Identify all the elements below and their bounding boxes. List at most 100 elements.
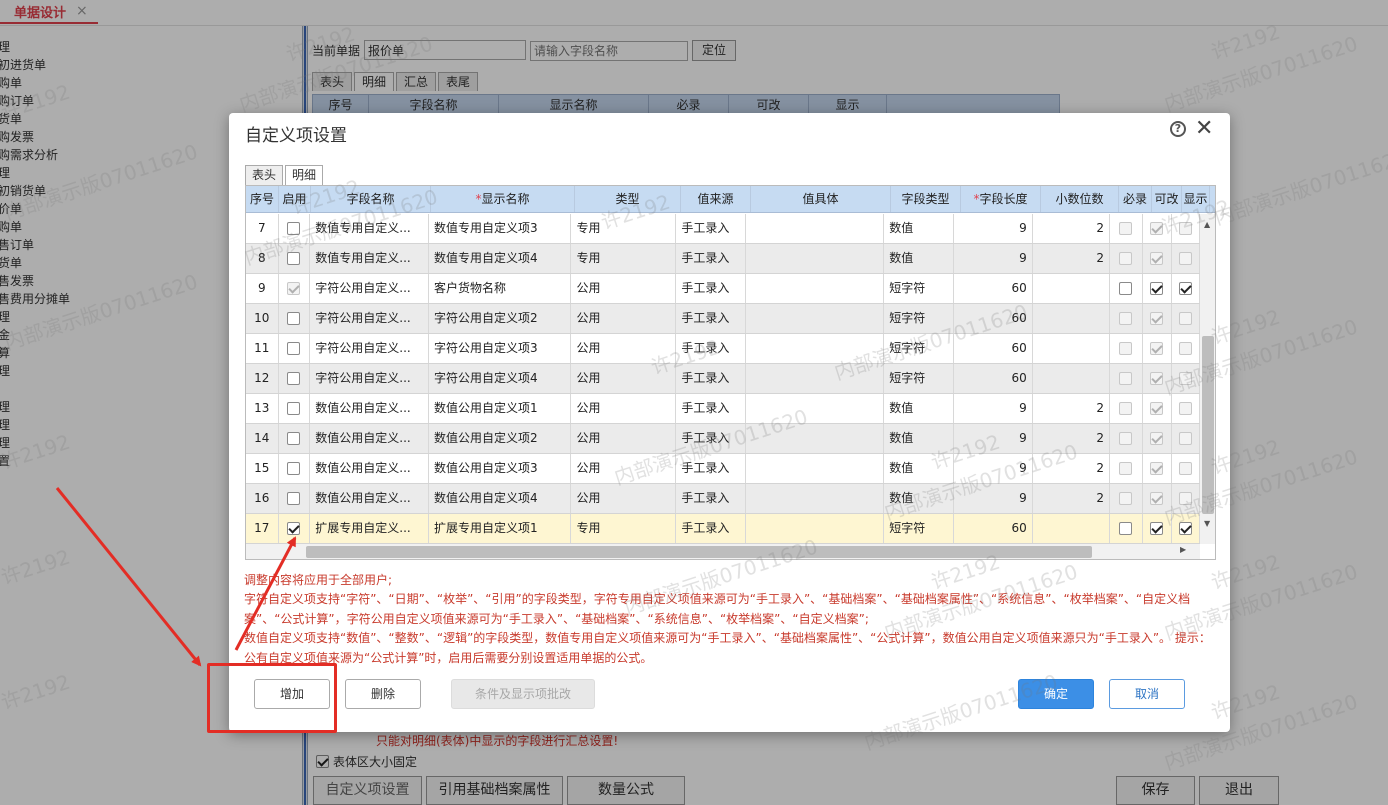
field-name-cell[interactable]: 数值公用自定义... — [310, 484, 430, 513]
value-detail-cell[interactable] — [746, 454, 885, 483]
field-name-cell[interactable]: 数值专用自定义... — [310, 214, 430, 243]
table-row[interactable]: 17 扩展专用自定义... 扩展专用自定义项1 专用 手工录入 短字符 60 — [246, 514, 1200, 544]
visible-checkbox[interactable] — [1179, 372, 1193, 385]
horizontal-scrollbar[interactable]: ▶ — [246, 544, 1200, 559]
required-checkbox[interactable] — [1119, 492, 1133, 505]
decimal-places-cell[interactable] — [1033, 274, 1110, 303]
value-detail-cell[interactable] — [746, 334, 885, 363]
table-row[interactable]: 13 数值公用自定义... 数值公用自定义项1 公用 手工录入 数值 9 2 — [246, 394, 1200, 424]
field-name-cell[interactable]: 扩展专用自定义... — [310, 514, 430, 543]
visible-checkbox[interactable] — [1179, 282, 1193, 295]
enable-checkbox[interactable] — [287, 402, 301, 415]
editable-checkbox[interactable] — [1150, 462, 1164, 475]
display-name-cell[interactable]: 客户货物名称 — [429, 274, 572, 303]
field-length-cell[interactable]: 60 — [954, 514, 1033, 543]
enable-checkbox[interactable] — [287, 222, 301, 235]
value-source-cell[interactable]: 手工录入 — [676, 454, 746, 483]
display-name-cell[interactable]: 数值专用自定义项3 — [429, 214, 572, 243]
field-name-cell[interactable]: 字符公用自定义... — [310, 274, 430, 303]
visible-checkbox[interactable] — [1179, 402, 1193, 415]
field-type-cell[interactable]: 短字符 — [884, 364, 954, 393]
value-source-cell[interactable]: 手工录入 — [676, 334, 746, 363]
table-row[interactable]: 14 数值公用自定义... 数值公用自定义项2 公用 手工录入 数值 9 2 — [246, 424, 1200, 454]
enable-checkbox[interactable] — [287, 342, 301, 355]
type-cell[interactable]: 专用 — [571, 214, 677, 243]
value-detail-cell[interactable] — [746, 364, 885, 393]
required-checkbox[interactable] — [1119, 282, 1133, 295]
field-type-cell[interactable]: 数值 — [884, 424, 954, 453]
scroll-thumb[interactable] — [1202, 336, 1214, 514]
enable-checkbox[interactable] — [287, 312, 301, 325]
table-row[interactable]: 11 字符公用自定义... 字符公用自定义项3 公用 手工录入 短字符 60 — [246, 334, 1200, 364]
scroll-right-icon[interactable]: ▶ — [1180, 545, 1186, 554]
value-source-cell[interactable]: 手工录入 — [676, 304, 746, 333]
field-type-cell[interactable]: 数值 — [884, 394, 954, 423]
visible-checkbox[interactable] — [1179, 462, 1193, 475]
table-row[interactable]: 9 字符公用自定义... 客户货物名称 公用 手工录入 短字符 60 — [246, 274, 1200, 304]
field-name-cell[interactable]: 数值公用自定义... — [310, 454, 430, 483]
field-length-cell[interactable]: 9 — [954, 244, 1033, 273]
field-type-cell[interactable]: 短字符 — [884, 304, 954, 333]
field-type-cell[interactable]: 数值 — [884, 454, 954, 483]
field-length-cell[interactable]: 9 — [954, 454, 1033, 483]
type-cell[interactable]: 公用 — [571, 454, 677, 483]
field-name-cell[interactable]: 数值公用自定义... — [310, 394, 430, 423]
decimal-places-cell[interactable] — [1033, 304, 1110, 333]
dialog-tab-detail[interactable]: 明细 — [285, 165, 324, 185]
type-cell[interactable]: 专用 — [571, 514, 677, 543]
visible-checkbox[interactable] — [1179, 492, 1193, 505]
visible-checkbox[interactable] — [1179, 342, 1193, 355]
vertical-scrollbar[interactable]: ▲ ▼ — [1200, 214, 1215, 544]
scroll-thumb[interactable] — [306, 546, 1092, 558]
required-checkbox[interactable] — [1119, 252, 1133, 265]
table-row[interactable]: 7 数值专用自定义... 数值专用自定义项3 专用 手工录入 数值 9 2 — [246, 214, 1200, 244]
editable-checkbox[interactable] — [1150, 282, 1164, 295]
value-detail-cell[interactable] — [746, 424, 885, 453]
value-source-cell[interactable]: 手工录入 — [676, 424, 746, 453]
type-cell[interactable]: 公用 — [571, 394, 677, 423]
required-checkbox[interactable] — [1119, 462, 1133, 475]
decimal-places-cell[interactable]: 2 — [1033, 424, 1110, 453]
value-detail-cell[interactable] — [746, 304, 885, 333]
cancel-button[interactable]: 取消 — [1109, 679, 1185, 709]
table-row[interactable]: 16 数值公用自定义... 数值公用自定义项4 公用 手工录入 数值 9 2 — [246, 484, 1200, 514]
field-name-cell[interactable]: 字符公用自定义... — [310, 304, 430, 333]
display-name-cell[interactable]: 字符公用自定义项4 — [429, 364, 572, 393]
display-name-cell[interactable]: 数值公用自定义项1 — [429, 394, 572, 423]
required-checkbox[interactable] — [1119, 342, 1133, 355]
type-cell[interactable]: 公用 — [571, 364, 677, 393]
field-length-cell[interactable]: 9 — [954, 394, 1033, 423]
decimal-places-cell[interactable]: 2 — [1033, 244, 1110, 273]
table-row[interactable]: 12 字符公用自定义... 字符公用自定义项4 公用 手工录入 短字符 60 — [246, 364, 1200, 394]
editable-checkbox[interactable] — [1150, 222, 1164, 235]
decimal-places-cell[interactable]: 2 — [1033, 484, 1110, 513]
enable-checkbox[interactable] — [287, 522, 301, 535]
close-icon[interactable]: ✕ — [1195, 116, 1213, 141]
value-source-cell[interactable]: 手工录入 — [676, 394, 746, 423]
value-detail-cell[interactable] — [746, 484, 885, 513]
value-detail-cell[interactable] — [746, 244, 885, 273]
visible-checkbox[interactable] — [1179, 312, 1193, 325]
editable-checkbox[interactable] — [1150, 252, 1164, 265]
field-type-cell[interactable]: 短字符 — [884, 334, 954, 363]
display-name-cell[interactable]: 数值公用自定义项2 — [429, 424, 572, 453]
required-checkbox[interactable] — [1119, 312, 1133, 325]
delete-button[interactable]: 删除 — [345, 679, 421, 709]
display-name-cell[interactable]: 字符公用自定义项3 — [429, 334, 572, 363]
value-detail-cell[interactable] — [746, 514, 885, 543]
field-length-cell[interactable]: 60 — [954, 364, 1033, 393]
decimal-places-cell[interactable]: 2 — [1033, 214, 1110, 243]
visible-checkbox[interactable] — [1179, 222, 1193, 235]
enable-checkbox[interactable] — [287, 492, 301, 505]
value-source-cell[interactable]: 手工录入 — [676, 484, 746, 513]
field-length-cell[interactable]: 9 — [954, 214, 1033, 243]
scroll-down-icon[interactable]: ▼ — [1204, 519, 1210, 528]
decimal-places-cell[interactable] — [1033, 334, 1110, 363]
required-checkbox[interactable] — [1119, 372, 1133, 385]
editable-checkbox[interactable] — [1150, 312, 1164, 325]
value-detail-cell[interactable] — [746, 394, 885, 423]
type-cell[interactable]: 公用 — [571, 274, 677, 303]
type-cell[interactable]: 公用 — [571, 424, 677, 453]
value-source-cell[interactable]: 手工录入 — [676, 274, 746, 303]
editable-checkbox[interactable] — [1150, 342, 1164, 355]
